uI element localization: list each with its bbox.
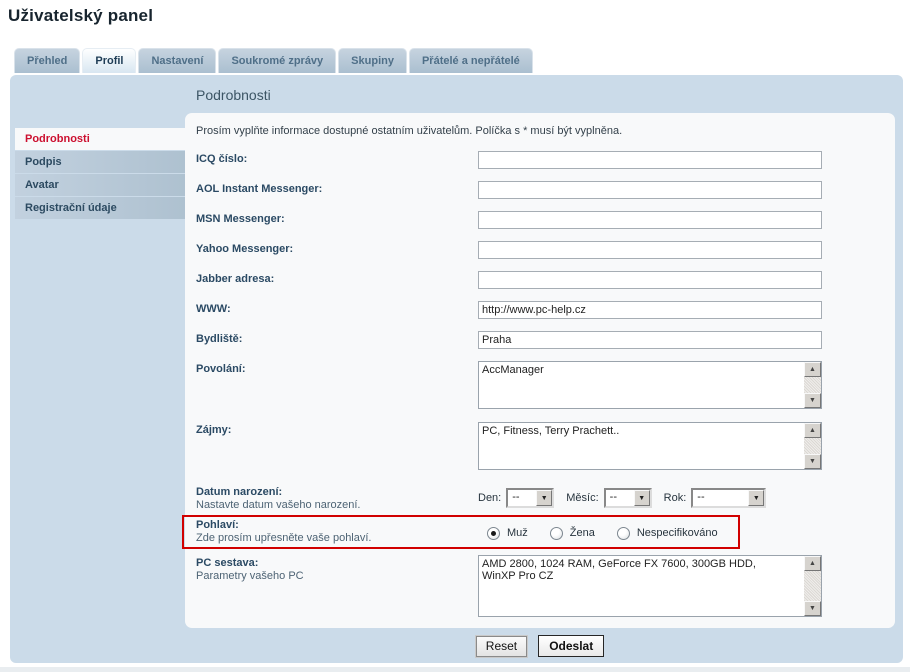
- yahoo-input[interactable]: [478, 241, 822, 259]
- scroll-down-icon[interactable]: ▼: [804, 454, 821, 469]
- chevron-down-icon[interactable]: ▼: [748, 490, 764, 506]
- location-label: Bydliště:: [196, 333, 242, 345]
- occupation-textarea[interactable]: AccManager: [479, 362, 804, 410]
- interests-label: Zájmy:: [196, 424, 231, 436]
- form-row-datum-narozeni: Datum narození: Nastavte datum vašeho na…: [196, 484, 879, 511]
- scroll-up-icon[interactable]: ▲: [804, 423, 821, 438]
- gender-radio-zena[interactable]: [550, 527, 563, 540]
- birthdate-hint: Nastavte datum vašeho narození.: [196, 499, 478, 511]
- aol-input[interactable]: [478, 181, 822, 199]
- page-title: Uživatelský panel: [8, 6, 153, 26]
- occupation-label: Povolání:: [196, 363, 246, 375]
- www-label: WWW:: [196, 303, 231, 315]
- gender-hint: Zde prosím upřesněte vaše pohlaví.: [196, 532, 478, 544]
- form-row-www: WWW:: [196, 301, 879, 319]
- tab-profil[interactable]: Profil: [82, 48, 136, 73]
- pc-label: PC sestava:: [196, 557, 478, 569]
- page-bottom-divider: [0, 667, 910, 672]
- pc-textarea[interactable]: AMD 2800, 1024 RAM, GeForce FX 7600, 300…: [479, 556, 804, 618]
- form-row-yahoo: Yahoo Messenger:: [196, 241, 879, 259]
- tab-soukrome-zpravy[interactable]: Soukromé zprávy: [218, 48, 336, 73]
- form-row-povolani: Povolání: AccManager ▲ ▼: [196, 361, 879, 409]
- tab-pratele-a-nepratele[interactable]: Přátelé a nepřátelé: [409, 48, 533, 73]
- section-heading: Podrobnosti: [196, 87, 271, 103]
- month-label: Měsíc:: [566, 492, 598, 504]
- form-row-aol: AOL Instant Messenger:: [196, 181, 879, 199]
- month-select[interactable]: -- ▼: [604, 488, 652, 508]
- form-intro-text: Prosím vyplňte informace dostupné ostatn…: [196, 125, 879, 137]
- gender-option-label: Nespecifikováno: [637, 527, 718, 539]
- jabber-input[interactable]: [478, 271, 822, 289]
- details-form: Prosím vyplňte informace dostupné ostatn…: [185, 113, 895, 628]
- sidebar-item-avatar[interactable]: Avatar: [15, 174, 185, 196]
- sidebar-item-podrobnosti[interactable]: Podrobnosti: [15, 128, 185, 150]
- gender-radio-muz[interactable]: [487, 527, 500, 540]
- yahoo-label: Yahoo Messenger:: [196, 243, 293, 255]
- icq-input[interactable]: [478, 151, 822, 169]
- tab-nastaveni[interactable]: Nastavení: [138, 48, 216, 73]
- location-input[interactable]: [478, 331, 822, 349]
- submit-button[interactable]: Odeslat: [538, 635, 604, 657]
- scroll-up-icon[interactable]: ▲: [804, 556, 821, 571]
- day-select[interactable]: -- ▼: [506, 488, 554, 508]
- day-label: Den:: [478, 492, 501, 504]
- birthdate-label: Datum narození:: [196, 486, 478, 498]
- scrollbar[interactable]: ▲ ▼: [804, 423, 821, 469]
- scrollbar[interactable]: ▲ ▼: [804, 556, 821, 616]
- form-row-pc-sestava: PC sestava: Parametry vašeho PC AMD 2800…: [196, 555, 879, 617]
- year-select[interactable]: -- ▼: [691, 488, 766, 508]
- scroll-up-icon[interactable]: ▲: [804, 362, 821, 377]
- gender-option-label: Žena: [570, 527, 595, 539]
- scroll-down-icon[interactable]: ▼: [804, 393, 821, 408]
- jabber-label: Jabber adresa:: [196, 273, 274, 285]
- sidebar-item-podpis[interactable]: Podpis: [15, 151, 185, 173]
- pc-hint: Parametry vašeho PC: [196, 570, 478, 582]
- chevron-down-icon[interactable]: ▼: [536, 490, 552, 506]
- gender-option-label: Muž: [507, 527, 528, 539]
- form-row-jabber: Jabber adresa:: [196, 271, 879, 289]
- gender-radio-group: Muž Žena Nespecifikováno: [478, 519, 718, 544]
- reset-button[interactable]: Reset: [476, 636, 527, 657]
- chevron-down-icon[interactable]: ▼: [634, 490, 650, 506]
- form-row-zajmy: Zájmy: PC, Fitness, Terry Prachett.. ▲ ▼: [196, 422, 879, 470]
- form-row-icq: ICQ číslo:: [196, 151, 879, 169]
- msn-label: MSN Messenger:: [196, 213, 285, 225]
- aol-label: AOL Instant Messenger:: [196, 183, 322, 195]
- form-row-msn: MSN Messenger:: [196, 211, 879, 229]
- sidebar: Podrobnosti Podpis Avatar Registrační úd…: [15, 128, 185, 220]
- form-row-bydliste: Bydliště:: [196, 331, 879, 349]
- msn-input[interactable]: [478, 211, 822, 229]
- scroll-down-icon[interactable]: ▼: [804, 601, 821, 616]
- gender-highlight-box: Pohlaví: Zde prosím upřesněte vaše pohla…: [182, 515, 740, 549]
- gender-radio-nespecifikovano[interactable]: [617, 527, 630, 540]
- gender-label: Pohlaví:: [196, 519, 478, 531]
- profile-panel: Podrobnosti Podrobnosti Podpis Avatar Re…: [10, 75, 903, 663]
- scrollbar[interactable]: ▲ ▼: [804, 362, 821, 408]
- tab-skupiny[interactable]: Skupiny: [338, 48, 407, 73]
- www-input[interactable]: [478, 301, 822, 319]
- interests-textarea[interactable]: PC, Fitness, Terry Prachett..: [479, 423, 804, 471]
- sidebar-item-registracni-udaje[interactable]: Registrační údaje: [15, 197, 185, 219]
- tab-prehled[interactable]: Přehled: [14, 48, 80, 73]
- icq-label: ICQ číslo:: [196, 153, 247, 165]
- form-actions: Reset Odeslat: [185, 635, 895, 657]
- tab-bar: Přehled Profil Nastavení Soukromé zprávy…: [14, 48, 533, 73]
- year-label: Rok:: [664, 492, 687, 504]
